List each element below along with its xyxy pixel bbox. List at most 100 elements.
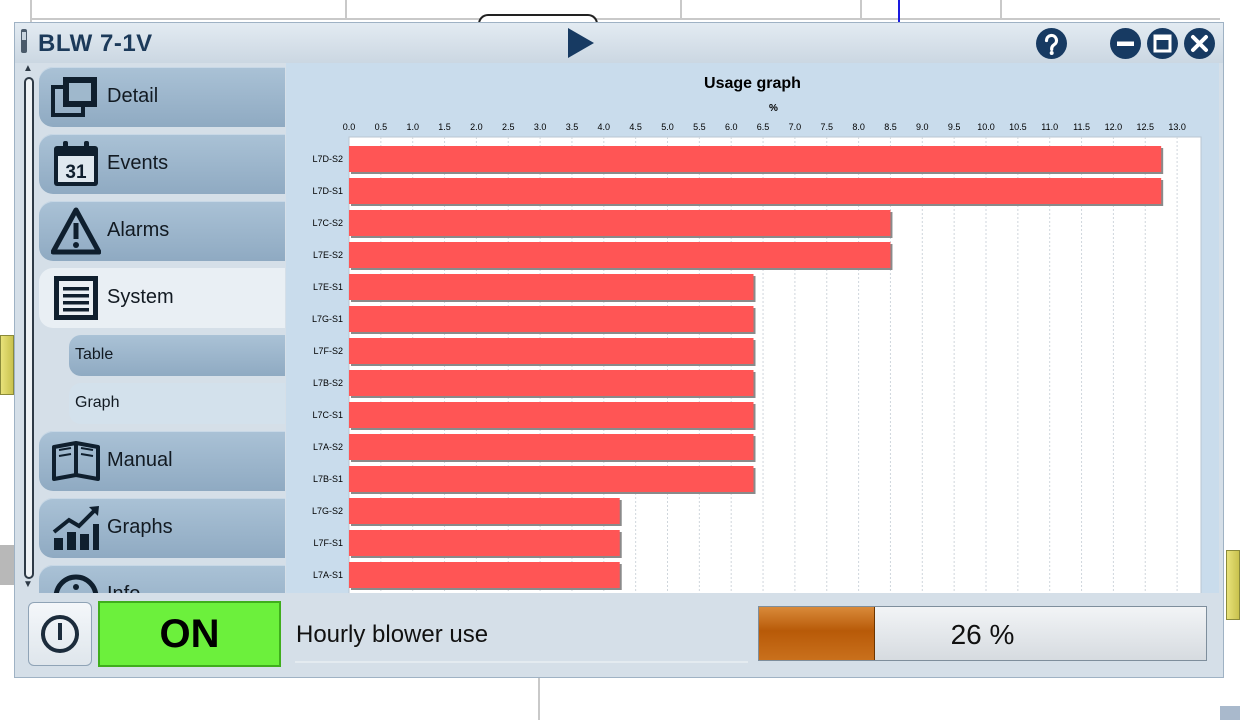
x-tick-label: 4.5	[629, 122, 642, 132]
x-tick-label: 9.0	[916, 122, 929, 132]
x-tick-label: 5.0	[661, 122, 674, 132]
background-line	[345, 0, 347, 20]
divider	[295, 661, 748, 663]
sidebar-item-alarms[interactable]: Alarms	[39, 201, 285, 261]
sidebar-item-label: Alarms	[107, 219, 170, 241]
bar	[349, 242, 891, 268]
sidebar-subitem-label: Table	[75, 346, 114, 363]
x-tick-label: 13.0	[1168, 122, 1186, 132]
maximize-button[interactable]	[1147, 28, 1178, 59]
y-tick-label: L7B-S1	[313, 474, 343, 484]
scroll-down-icon[interactable]: ▼	[23, 579, 33, 590]
x-tick-label: 4.0	[598, 122, 611, 132]
y-tick-label: L7D-S2	[312, 154, 343, 164]
sidebar-item-label: Manual	[107, 449, 173, 471]
y-tick-label: L7D-S1	[312, 186, 343, 196]
sidebar-item-label: Events	[107, 152, 169, 174]
background-line	[860, 0, 862, 20]
y-tick-label: L7A-S1	[313, 570, 343, 580]
sidebar-nav: Detail 31 Events Alarms System Table Gra…	[39, 67, 285, 593]
scroll-thumb[interactable]	[24, 77, 34, 579]
background-line	[1000, 0, 1002, 20]
y-tick-label: L7B-S2	[313, 378, 343, 388]
x-tick-label: 6.5	[757, 122, 770, 132]
sidebar-item-events[interactable]: 31 Events	[39, 134, 285, 194]
x-tick-label: 11.5	[1073, 122, 1090, 132]
x-tick-label: 3.0	[534, 122, 547, 132]
sidebar-item-detail[interactable]: Detail	[39, 67, 285, 127]
x-tick-label: 8.0	[852, 122, 865, 132]
x-tick-label: 2.0	[470, 122, 483, 132]
power-icon	[41, 615, 79, 653]
device-icon	[21, 29, 27, 53]
y-tick-label: L7C-S1	[312, 410, 343, 420]
sidebar: ▲ ▼ Detail 31 Events Alarms System Table…	[21, 63, 285, 593]
x-axis-label: %	[769, 103, 778, 114]
bar	[349, 562, 620, 588]
x-tick-label: 10.0	[977, 122, 995, 132]
x-tick-label: 7.0	[789, 122, 802, 132]
y-tick-label: L7F-S2	[313, 346, 343, 356]
hourly-use-label: Hourly blower use	[296, 621, 489, 648]
list-icon	[54, 276, 98, 320]
background-line	[538, 678, 540, 720]
y-tick-label: L7G-S2	[312, 506, 343, 516]
help-button[interactable]	[1036, 28, 1067, 59]
x-tick-label: 7.5	[820, 122, 833, 132]
blower-window: BLW 7-1V ▲ ▼ Detail 31 Events Alarms Sys…	[14, 22, 1224, 678]
sidebar-subitem-label: Graph	[75, 394, 120, 411]
book-icon	[52, 441, 100, 481]
sidebar-item-manual[interactable]: Manual	[39, 431, 285, 491]
sidebar-item-info[interactable]: Info	[39, 565, 285, 593]
usage-bar-chart: 0.0 0.5 1.0 1.5 2.0 2.5 3.0 3.5 4.0 4.5 5.0 5.5 6.0 6…	[312, 122, 1202, 593]
power-button[interactable]	[28, 602, 92, 666]
y-tick-label: L7E-S2	[313, 250, 343, 260]
x-tick-label: 3.5	[566, 122, 579, 132]
x-tick-label: 0.0	[343, 122, 356, 132]
sidebar-subitem-table[interactable]: Table	[69, 335, 285, 376]
calendar-icon: 31	[54, 141, 98, 186]
background-pipe	[1220, 706, 1240, 720]
x-tick-label: 10.5	[1009, 122, 1027, 132]
bar	[349, 434, 754, 460]
scroll-up-icon[interactable]: ▲	[23, 63, 33, 74]
sidebar-item-label: Graphs	[107, 516, 173, 538]
close-icon	[1191, 35, 1208, 52]
x-tick-label: 9.5	[948, 122, 961, 132]
chart-title: Usage graph	[704, 75, 801, 92]
help-icon	[1044, 33, 1059, 55]
bar	[349, 274, 754, 300]
status-indicator: ON	[98, 601, 281, 667]
calendar-day-number: 31	[65, 162, 87, 183]
background-marker	[898, 0, 900, 22]
sidebar-item-label: System	[107, 286, 174, 308]
sidebar-item-graphs[interactable]: Graphs	[39, 498, 285, 558]
sidebar-subitem-graph[interactable]: Graph	[69, 383, 285, 424]
y-tick-label: L7A-S2	[313, 442, 343, 452]
y-tick-label: L7G-S1	[312, 314, 343, 324]
background-line	[30, 18, 1220, 20]
bar	[349, 178, 1162, 204]
background-line	[680, 0, 682, 20]
x-tick-label: 12.5	[1136, 122, 1154, 132]
x-tick-label: 2.5	[502, 122, 515, 132]
trend-chart-icon	[52, 506, 99, 550]
close-button[interactable]	[1184, 28, 1215, 59]
x-tick-label: 5.5	[693, 122, 706, 132]
title-bar[interactable]: BLW 7-1V	[15, 23, 1223, 63]
y-tick-label: L7F-S1	[313, 538, 343, 548]
warning-icon	[51, 207, 101, 255]
minimize-button[interactable]	[1110, 28, 1141, 59]
sidebar-item-system[interactable]: System	[39, 268, 285, 328]
sidebar-scrollbar[interactable]: ▲ ▼	[21, 63, 37, 593]
bar	[349, 210, 891, 236]
y-tick-label: L7C-S2	[312, 218, 343, 228]
bar	[349, 306, 754, 332]
bar	[349, 338, 754, 364]
minimize-icon	[1117, 41, 1134, 46]
sidebar-item-label: Detail	[107, 85, 159, 107]
x-tick-label: 1.0	[406, 122, 419, 132]
bar	[349, 370, 754, 396]
play-button[interactable]	[566, 28, 594, 58]
info-icon	[53, 574, 99, 593]
